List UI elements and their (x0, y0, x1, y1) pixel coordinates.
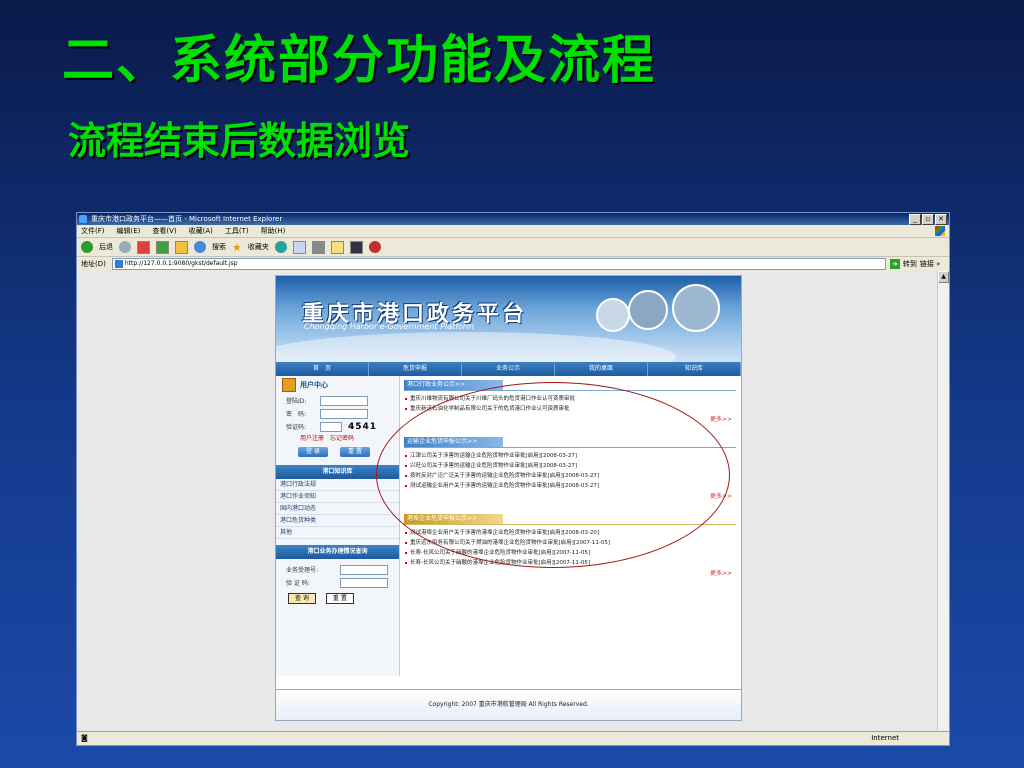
port-photo-1 (596, 298, 630, 332)
address-label: 地址(D) (81, 260, 106, 268)
mail-icon[interactable] (292, 240, 306, 254)
login-id-label: 登陆ID: (286, 398, 307, 405)
sidebar: 用户中心 登陆ID: 密 码: 验证码: 4541 用户注册 忘记密码 登 录 重… (276, 376, 400, 676)
accept-no-input[interactable] (340, 564, 388, 575)
site-subtitle: Chongqing Harbor e-Government Platform (304, 322, 474, 331)
login-button[interactable]: 登 录 (298, 447, 328, 457)
favorites-button[interactable]: 收藏夹 (248, 242, 269, 252)
captcha-label: 验证码: (286, 424, 307, 431)
password-input[interactable] (320, 408, 368, 419)
favorites-star-icon[interactable]: ★ (232, 241, 242, 254)
menu-file[interactable]: 文件(F) (81, 225, 105, 237)
close-button[interactable]: ✕ (935, 214, 947, 225)
search-button[interactable]: 搜索 (212, 242, 226, 252)
window-titlebar: 重庆市港口政务平台——首页 - Microsoft Internet Explo… (77, 213, 949, 225)
menu-edit[interactable]: 编辑(E) (117, 225, 141, 237)
back-arrow-icon[interactable] (81, 241, 93, 253)
folder-icon[interactable] (330, 240, 344, 254)
toolbar: 后退 搜索 ★ 收藏夹 (77, 238, 949, 257)
search-icon[interactable] (194, 241, 206, 253)
go-arrow-icon[interactable]: ➔ (889, 259, 900, 269)
back-button[interactable]: 后退 (99, 242, 113, 252)
address-bar: 地址(D) http://127.0.0.1:9080/gkst/default… (77, 257, 949, 272)
query-button[interactable]: 查 询 (288, 593, 316, 604)
address-url: http://127.0.0.1:9080/gkst/default.jsp (124, 260, 238, 267)
windows-logo-icon (935, 226, 945, 236)
messenger-icon[interactable] (349, 240, 363, 254)
stop-icon[interactable] (137, 240, 150, 254)
knowledge-item[interactable]: 港口危货种类 (276, 515, 399, 527)
media-icon[interactable] (368, 241, 381, 253)
highlight-ellipse (376, 382, 730, 568)
nav-knowledge[interactable]: 知识库 (648, 362, 741, 376)
status-page-icon: ◙ (81, 734, 88, 742)
nav-my-desktop[interactable]: 我的桌面 (555, 362, 648, 376)
site-banner: 重庆市港口政务平台 Chongqing Harbor e-Government … (276, 276, 741, 362)
minimize-button[interactable]: _ (909, 214, 921, 225)
links-button[interactable]: 链接 » (920, 259, 941, 269)
address-input[interactable]: http://127.0.0.1:9080/gkst/default.jsp (111, 258, 886, 270)
nav-home[interactable]: 首 页 (276, 362, 369, 376)
slide-subtitle: 流程结束后数据浏览 (68, 119, 411, 163)
history-icon[interactable] (274, 241, 287, 253)
go-button[interactable]: 转到 (903, 259, 917, 269)
print-icon[interactable] (311, 240, 325, 254)
slide-title: 二、系统部分功能及流程 (62, 31, 657, 91)
login-id-input[interactable] (320, 395, 368, 406)
home-icon[interactable] (175, 240, 188, 254)
register-link[interactable]: 用户注册 (300, 435, 324, 442)
password-label: 密 码: (286, 411, 307, 418)
gift-icon (282, 378, 296, 392)
forward-arrow-icon[interactable] (119, 241, 131, 253)
menu-view[interactable]: 查看(V) (152, 225, 176, 237)
port-photo-2 (628, 290, 668, 330)
site-nav: 首 页 危货申报 业务公示 我的桌面 知识库 (276, 362, 741, 376)
accept-no-label: 业务受理号: (286, 567, 319, 574)
page-icon (114, 260, 123, 268)
user-center-label: 用户中心 (300, 381, 328, 389)
knowledge-item[interactable]: 其他 (276, 527, 399, 539)
captcha-image: 4541 (348, 421, 378, 432)
verify-code-input[interactable] (340, 577, 388, 588)
maximize-button[interactable]: ▫ (922, 214, 934, 225)
menu-tools[interactable]: 工具(T) (225, 225, 249, 237)
scroll-up-icon[interactable]: ▲ (938, 271, 949, 283)
site-footer: Copyright: 2007 重庆市港航管理局 All Rights Rese… (276, 689, 741, 720)
internet-zone: Internet (871, 734, 899, 742)
user-reset-button[interactable]: 重 置 (340, 447, 370, 457)
knowledge-item[interactable]: 国内港口动态 (276, 503, 399, 515)
status-bar: ◙ Internet (77, 731, 949, 745)
port-photo-3 (672, 284, 720, 332)
ie-icon (79, 215, 87, 223)
menu-help[interactable]: 帮助(H) (261, 225, 286, 237)
window-title: 重庆市港口政务平台——首页 - Microsoft Internet Explo… (91, 215, 283, 223)
user-center-heading: 用户中心 (276, 376, 399, 394)
menu-favorites[interactable]: 收藏(A) (189, 225, 213, 237)
query-heading: 港口业务办理情况查询 (276, 545, 399, 559)
refresh-icon[interactable] (156, 240, 169, 254)
vertical-scrollbar[interactable]: ▲ (937, 271, 949, 731)
menu-bar: 文件(F) 编辑(E) 查看(V) 收藏(A) 工具(T) 帮助(H) (77, 225, 949, 238)
nav-business-notice[interactable]: 业务公示 (462, 362, 555, 376)
captcha-input[interactable] (320, 421, 342, 432)
nav-hazard-declare[interactable]: 危货申报 (369, 362, 462, 376)
query-reset-button[interactable]: 重 置 (325, 593, 354, 604)
forgot-password-link[interactable]: 忘记密码 (330, 435, 354, 442)
verify-code-label: 验 证 码: (286, 580, 310, 587)
more-link[interactable]: 更多>> (404, 568, 736, 577)
